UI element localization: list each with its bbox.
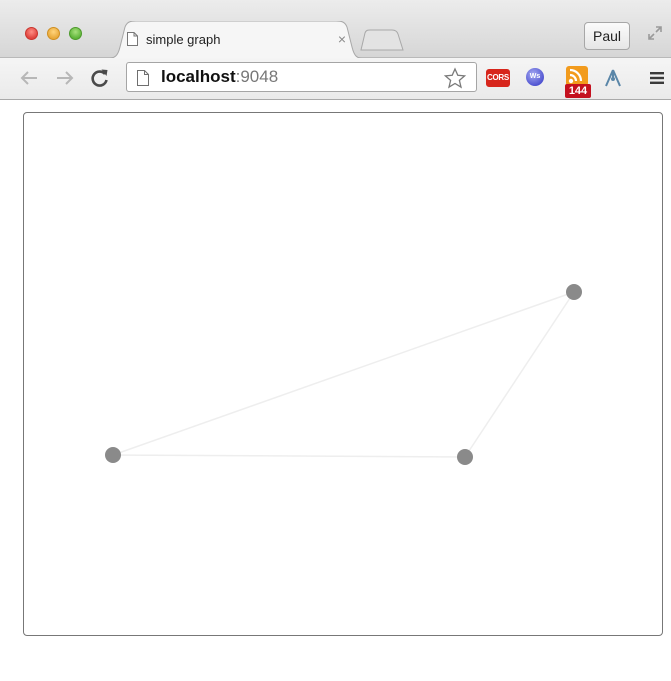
forward-arrow-icon[interactable] bbox=[54, 67, 76, 89]
reload-icon[interactable] bbox=[89, 67, 111, 89]
tab-strip: simple graph × Paul bbox=[0, 0, 671, 59]
tab-shape bbox=[104, 21, 366, 59]
browser-window: simple graph × Paul localhost:9048 CORS … bbox=[0, 0, 671, 681]
new-tab-button[interactable] bbox=[360, 29, 404, 56]
tab-title: simple graph bbox=[146, 32, 221, 47]
graph-node-b[interactable] bbox=[457, 449, 473, 465]
profile-button[interactable]: Paul bbox=[584, 22, 630, 50]
graph-node-c[interactable] bbox=[566, 284, 582, 300]
page-icon bbox=[136, 69, 150, 92]
rss-extension-icon[interactable]: 144 bbox=[562, 64, 592, 98]
window-close-button[interactable] bbox=[25, 27, 38, 40]
websocket-extension-icon[interactable]: Ws bbox=[526, 68, 544, 86]
tab-close-icon[interactable]: × bbox=[335, 31, 349, 47]
toolbar: localhost:9048 CORS Ws 144 bbox=[0, 58, 671, 100]
page-viewport bbox=[0, 100, 671, 681]
graph-link-a-c bbox=[112, 291, 575, 456]
graph-canvas bbox=[105, 284, 582, 465]
cors-extension-icon[interactable]: CORS bbox=[486, 69, 510, 87]
address-bar[interactable]: localhost:9048 bbox=[126, 62, 477, 92]
url-port: :9048 bbox=[235, 67, 279, 86]
window-minimize-button[interactable] bbox=[47, 27, 60, 40]
graph-extension-icon[interactable] bbox=[602, 67, 624, 94]
menu-icon[interactable] bbox=[649, 71, 665, 90]
graph-link-b-a bbox=[112, 454, 466, 458]
tab-simple-graph[interactable]: simple graph × bbox=[104, 21, 366, 59]
back-arrow-icon[interactable] bbox=[18, 67, 40, 89]
graph-container bbox=[23, 112, 663, 636]
rss-unread-count: 144 bbox=[565, 84, 591, 98]
graph-node-a[interactable] bbox=[105, 447, 121, 463]
graph-link-c-b bbox=[464, 291, 575, 458]
bookmark-star-icon[interactable] bbox=[443, 67, 467, 94]
url-text[interactable]: localhost:9048 bbox=[161, 67, 278, 87]
fullscreen-icon[interactable] bbox=[647, 25, 663, 46]
window-zoom-button[interactable] bbox=[69, 27, 82, 40]
url-host: localhost bbox=[161, 67, 236, 86]
